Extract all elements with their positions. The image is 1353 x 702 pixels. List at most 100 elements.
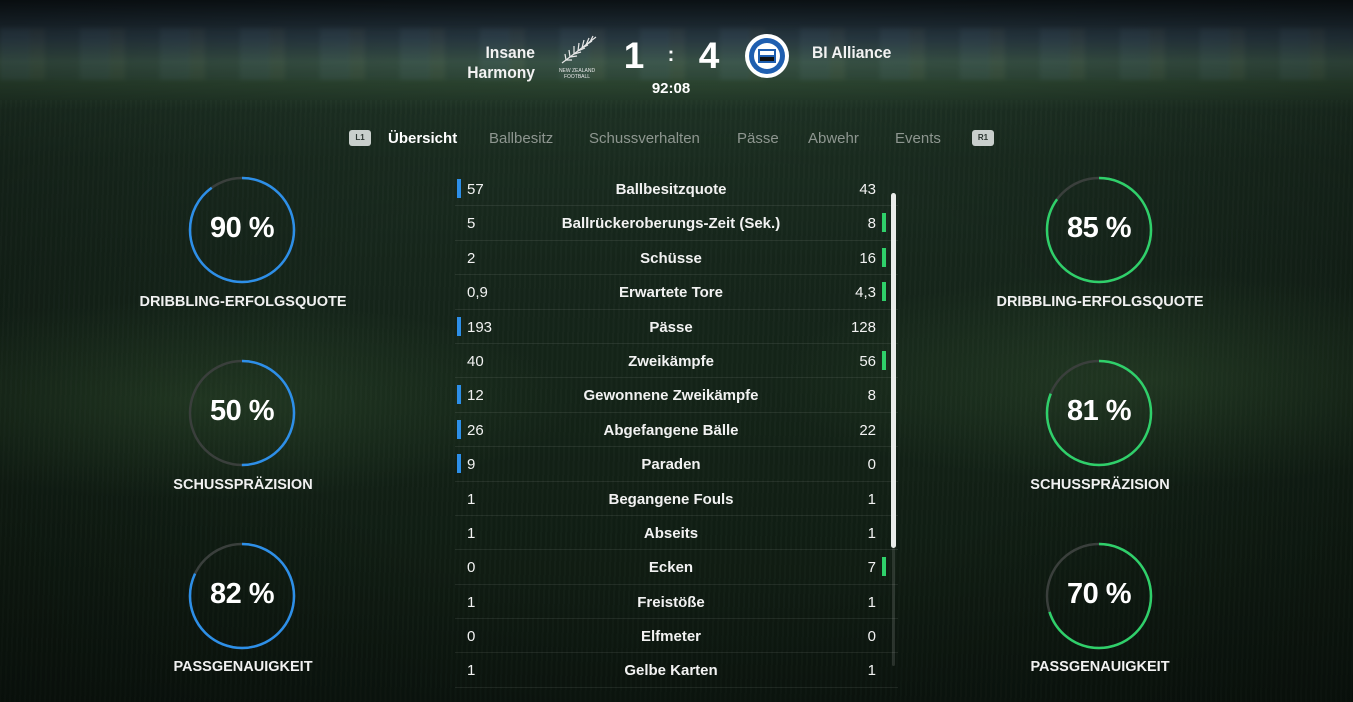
match-clock: 92:08 (651, 80, 691, 97)
away-leader-bar (882, 557, 886, 577)
away-team-name: BI Alliance (812, 43, 892, 62)
stat-home-value: 193 (467, 318, 493, 336)
home-team-name: Insane Harmony (467, 43, 535, 82)
away-pass-accuracy-label: PASSGENAUIGKEIT (1030, 659, 1170, 675)
stats-table[interactable]: 57 Ballbesitzquote 43 5 Ballrückeroberungs-Z… (455, 172, 898, 688)
stat-name: Paraden (641, 456, 701, 474)
away-pass-accuracy-value: 70 % (1066, 578, 1132, 610)
stat-name: Freistöße (637, 593, 705, 611)
stat-row: 2 Schüsse 16 (455, 241, 898, 276)
stats-scroll-track (892, 548, 895, 666)
stat-row: 5 Ballrückeroberungs-Zeit (Sek.) 8 (455, 206, 898, 241)
stat-home-value: 5 (467, 215, 476, 233)
stat-row: 1 Begangene Fouls 1 (455, 482, 898, 516)
l1-button-icon[interactable]: L1 (349, 130, 371, 146)
stat-row: 57 Ballbesitzquote 43 (455, 172, 898, 207)
home-leader-bar (457, 454, 461, 474)
stat-home-value: 12 (467, 387, 484, 405)
stat-row: 12 Gewonnene Zweikämpfe 8 (455, 378, 898, 413)
tab-events[interactable]: Events (895, 130, 941, 147)
stat-name: Zweikämpfe (628, 352, 714, 370)
away-team-crest-icon (745, 34, 789, 78)
home-leader-bar (457, 179, 461, 198)
stat-away-value: 1 (867, 662, 876, 680)
stat-away-value: 4,3 (855, 284, 876, 302)
stat-row: 1 Gelbe Karten 1 (455, 653, 898, 688)
tab-ballbesitz[interactable]: Ballbesitz (489, 130, 553, 147)
home-score: 1 (623, 35, 645, 76)
home-dribbling-label: DRIBBLING-ERFOLGSQUOTE (139, 294, 347, 310)
away-leader-bar (882, 282, 886, 302)
stat-row: 9 Paraden 0 (455, 447, 898, 482)
stat-away-value: 8 (867, 387, 876, 405)
stat-away-value: 16 (859, 249, 876, 267)
stat-name: Elfmeter (640, 628, 702, 646)
stat-home-value: 1 (467, 662, 476, 680)
stat-away-value: 0 (867, 628, 876, 646)
stat-away-value: 0 (867, 456, 876, 474)
home-leader-bar (457, 385, 461, 405)
home-crest-text-line2: FOOTBALL (564, 74, 590, 80)
stat-row: 26 Abgefangene Bälle 22 (455, 413, 898, 448)
away-dribbling-value: 85 % (1066, 212, 1132, 244)
stat-home-value: 40 (467, 352, 484, 370)
r1-button-icon[interactable]: R1 (972, 130, 994, 146)
away-leader-bar (882, 247, 886, 267)
stat-home-value: 1 (467, 490, 476, 508)
stat-row: 1 Freistöße 1 (455, 585, 898, 620)
stat-home-value: 1 (467, 593, 476, 611)
stat-name: Pässe (649, 318, 693, 336)
stat-row: 40 Zweikämpfe 56 (455, 344, 898, 379)
stat-name: Abseits (643, 524, 699, 542)
tab-schussverhalten[interactable]: Schussverhalten (589, 130, 700, 147)
away-leader-bar (882, 213, 886, 233)
away-shot-accuracy-value: 81 % (1066, 395, 1132, 427)
stat-home-value: 0 (467, 559, 476, 577)
stat-row: 0,9 Erwartete Tore 4,3 (455, 275, 898, 310)
stat-away-value: 1 (867, 593, 876, 611)
stat-name: Gelbe Karten (624, 662, 718, 680)
home-dribbling-value: 90 % (209, 212, 275, 244)
stat-away-value: 1 (867, 490, 876, 508)
stat-row: 0 Ecken 7 (455, 550, 898, 585)
stat-row: 1 Abseits 1 (455, 516, 898, 551)
away-dribbling-label: DRIBBLING-ERFOLGSQUOTE (996, 294, 1204, 310)
stat-away-value: 7 (867, 559, 876, 577)
stat-row: 193 Pässe 128 (455, 310, 898, 344)
home-pass-accuracy-label: PASSGENAUIGKEIT (173, 659, 313, 675)
home-pass-accuracy-value: 82 % (209, 578, 275, 610)
stat-row: 0 Elfmeter 0 (455, 619, 898, 654)
stat-home-value: 57 (467, 181, 484, 198)
stat-home-value: 9 (467, 456, 476, 474)
tab-uebersicht[interactable]: Übersicht (388, 130, 457, 147)
score-separator: : (667, 44, 675, 66)
stat-name: Schüsse (640, 249, 702, 267)
stat-home-value: 26 (467, 421, 484, 439)
home-shot-accuracy-label: SCHUSSPRÄZISION (173, 477, 313, 493)
stats-scrollbar[interactable] (891, 193, 896, 548)
tab-abwehr[interactable]: Abwehr (808, 130, 859, 147)
stat-name: Erwartete Tore (619, 284, 723, 302)
stat-name: Gewonnene Zweikämpfe (583, 387, 759, 405)
home-leader-bar (457, 316, 461, 336)
stat-away-value: 22 (859, 421, 876, 439)
stat-name: Ballbesitzquote (615, 181, 727, 198)
stat-away-value: 56 (859, 352, 876, 370)
home-leader-bar (457, 419, 461, 439)
stat-home-value: 2 (467, 249, 476, 267)
stat-name: Abgefangene Bälle (603, 421, 739, 439)
stat-name: Ecken (648, 559, 694, 577)
stat-away-value: 8 (867, 215, 876, 233)
home-shot-accuracy-value: 50 % (209, 395, 275, 427)
stat-name: Begangene Fouls (608, 490, 734, 508)
home-team-crest-icon: NEW ZEALAND FOOTBALL (559, 35, 597, 80)
stat-away-value: 128 (850, 318, 876, 336)
away-shot-accuracy-label: SCHUSSPRÄZISION (1030, 477, 1170, 493)
stat-name: Ballrückeroberungs-Zeit (Sek.) (561, 215, 781, 233)
stat-away-value: 43 (859, 181, 876, 198)
tab-paesse[interactable]: Pässe (737, 130, 779, 147)
stat-home-value: 0 (467, 628, 476, 646)
away-leader-bar (882, 350, 886, 370)
stat-away-value: 1 (867, 524, 876, 542)
away-score: 4 (698, 35, 720, 76)
